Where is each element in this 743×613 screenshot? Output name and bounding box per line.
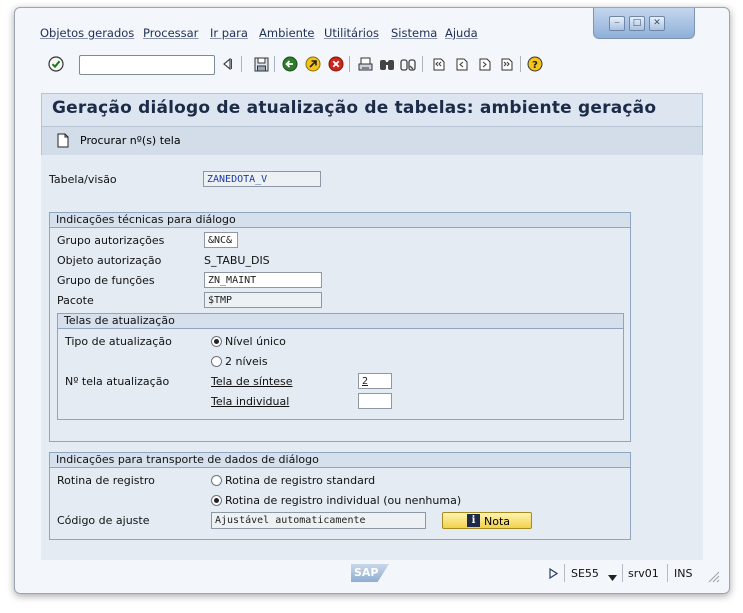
individual-routine-radio[interactable] <box>211 495 222 506</box>
status-divider <box>564 564 565 582</box>
adjust-code-field[interactable]: Ajustável automaticamente <box>211 512 426 529</box>
status-expand-icon[interactable] <box>549 567 559 582</box>
maximize-icon[interactable]: □ <box>629 16 645 31</box>
search-screen-numbers-button[interactable]: Procurar nº(s) tela <box>80 134 181 147</box>
auth-object-label: Objeto autorização <box>57 254 162 267</box>
menu-sistema[interactable]: Sistema <box>391 26 437 40</box>
auth-group-label: Grupo autorizações <box>57 234 165 247</box>
transport-settings-group: Indicações para transporte de dados de d… <box>49 452 631 540</box>
exit-icon[interactable] <box>304 55 322 73</box>
back-icon[interactable] <box>281 55 299 73</box>
info-icon: i <box>467 514 480 527</box>
first-page-icon[interactable] <box>429 55 447 73</box>
maintenance-screens-group: Telas de atualização Tipo de atualização… <box>57 313 624 420</box>
find-next-icon[interactable] <box>399 55 417 73</box>
page-title: Geração diálogo de atualização de tabela… <box>52 98 657 118</box>
last-page-icon[interactable] <box>497 55 515 73</box>
transport-settings-title: Indicações para transporte de dados de d… <box>50 453 630 468</box>
package-field[interactable]: $TMP <box>204 292 322 308</box>
menu-objetos-gerados[interactable]: Objetos gerados <box>40 26 134 40</box>
svg-text:?: ? <box>532 60 538 71</box>
overview-screen-label: Tela de síntese <box>211 375 293 388</box>
window-controls: ⎯ □ ✕ <box>593 8 695 39</box>
sap-logo-text: SAP <box>354 566 379 579</box>
resize-grip-icon[interactable] <box>707 570 720 586</box>
single-screen-field[interactable] <box>358 393 392 409</box>
overview-screen-field[interactable]: 2 <box>358 373 392 389</box>
maintenance-type-label: Tipo de atualização <box>65 335 172 348</box>
status-divider <box>667 564 668 582</box>
sap-window: Objetos gerados Processar Ir para Ambien… <box>14 7 730 594</box>
technical-settings-title: Indicações técnicas para diálogo <box>50 213 630 228</box>
next-page-icon[interactable] <box>475 55 493 73</box>
cancel-icon[interactable] <box>327 55 345 73</box>
single-level-label[interactable]: Nível único <box>225 335 286 348</box>
maintenance-screens-title: Telas de atualização <box>58 314 623 329</box>
single-level-radio[interactable] <box>211 336 222 347</box>
toolbar-divider <box>274 56 275 72</box>
recording-routine-label: Rotina de registro <box>57 474 155 487</box>
adjust-code-label: Código de ajuste <box>57 514 150 527</box>
note-button-label: Nota <box>484 515 511 528</box>
history-arrow-icon[interactable] <box>218 55 236 73</box>
toolbar-divider <box>241 56 242 72</box>
auth-group-field[interactable]: &NC& <box>204 232 238 248</box>
command-field[interactable] <box>79 55 215 75</box>
auth-object-value: S_TABU_DIS <box>204 254 270 267</box>
menu-ir-para[interactable]: Ir para <box>210 26 248 40</box>
toolbar-divider <box>349 56 350 72</box>
dropdown-arrow-icon[interactable] <box>608 571 617 584</box>
menu-utilitarios[interactable]: Utilitários <box>324 26 379 40</box>
note-button[interactable]: i Nota <box>442 512 532 529</box>
package-label: Pacote <box>57 294 94 307</box>
sap-logo: SAP <box>351 564 389 582</box>
close-icon[interactable]: ✕ <box>649 16 665 31</box>
individual-routine-label[interactable]: Rotina de registro individual (ou nenhum… <box>225 494 461 507</box>
two-levels-radio[interactable] <box>211 356 222 367</box>
status-divider <box>622 564 623 582</box>
technical-settings-group: Indicações técnicas para diálogo Grupo a… <box>49 212 631 442</box>
function-group-label: Grupo de funções <box>57 274 155 287</box>
standard-routine-radio[interactable] <box>211 475 222 486</box>
single-screen-label: Tela individual <box>211 395 290 408</box>
minimize-icon[interactable]: ⎯ <box>609 16 625 31</box>
transaction-code: SE55 <box>571 567 599 580</box>
help-icon[interactable]: ? <box>526 55 544 73</box>
previous-page-icon[interactable] <box>452 55 470 73</box>
save-icon[interactable] <box>252 55 270 73</box>
toolbar-divider <box>422 56 423 72</box>
screen-number-label: Nº tela atualização <box>65 375 170 388</box>
table-view-label: Tabela/visão <box>49 173 117 186</box>
function-group-field[interactable]: ZN_MAINT <box>204 272 322 288</box>
toolbar-divider <box>520 56 521 72</box>
main-content: Tabela/visão ZANEDOTA_V Indicações técni… <box>41 155 703 560</box>
insert-mode: INS <box>674 567 693 580</box>
print-icon[interactable] <box>356 55 374 73</box>
menu-ambiente[interactable]: Ambiente <box>259 26 315 40</box>
menu-ajuda[interactable]: Ajuda <box>445 26 478 40</box>
two-levels-label[interactable]: 2 níveis <box>225 355 268 368</box>
standard-routine-label[interactable]: Rotina de registro standard <box>225 474 375 487</box>
application-toolbar: Procurar nº(s) tela <box>42 126 702 156</box>
server-name: srv01 <box>628 567 659 580</box>
title-panel: Geração diálogo de atualização de tabela… <box>41 93 703 156</box>
menu-processar[interactable]: Processar <box>143 26 198 40</box>
table-view-field[interactable]: ZANEDOTA_V <box>203 171 321 187</box>
document-icon[interactable] <box>57 133 69 151</box>
enter-check-icon[interactable] <box>47 55 65 73</box>
find-icon[interactable] <box>378 55 396 73</box>
